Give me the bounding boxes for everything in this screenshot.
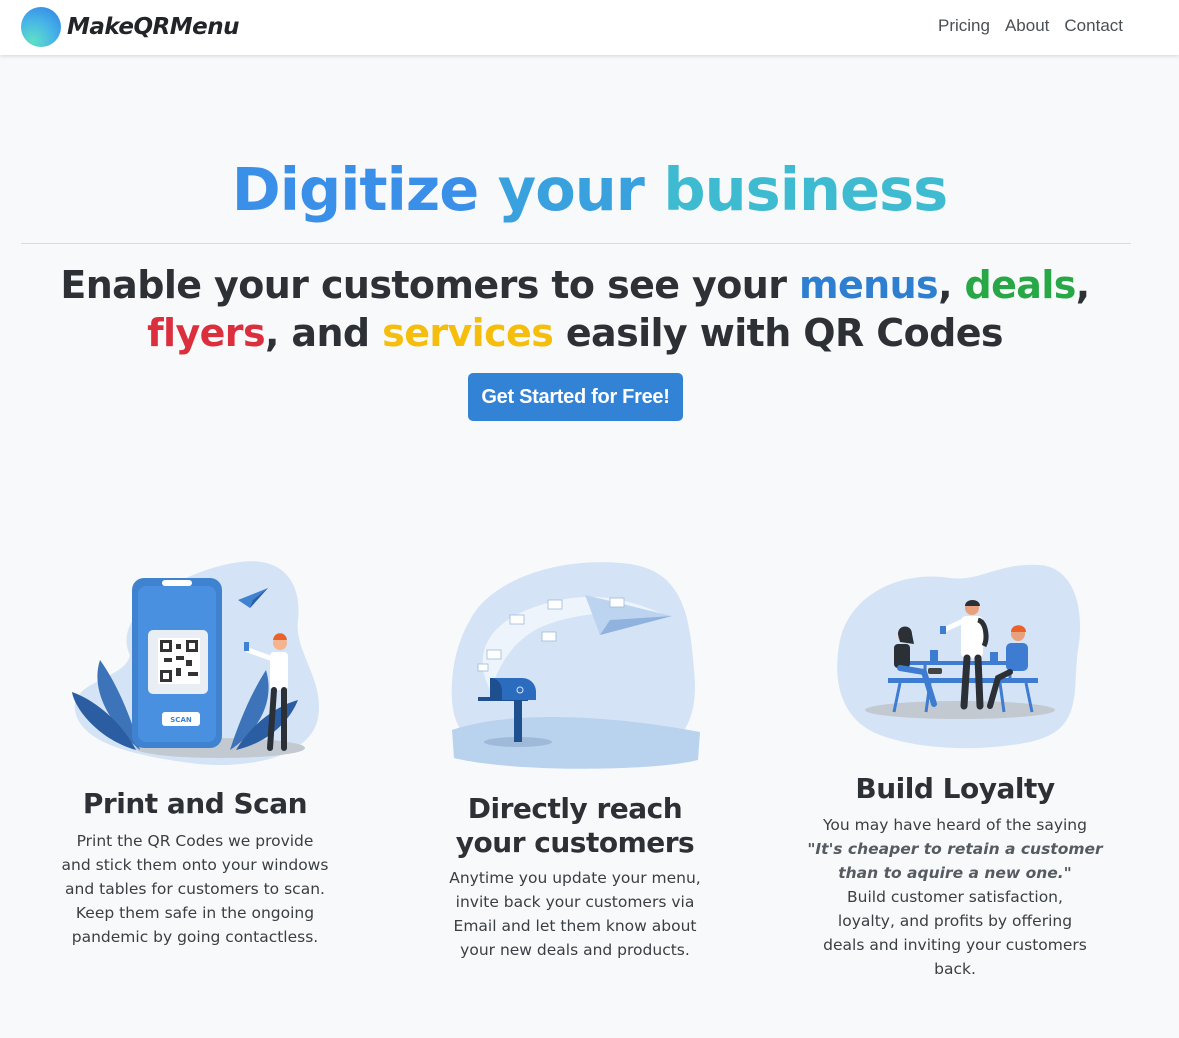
title-line: your customers [455, 826, 695, 859]
email-mailbox-illustration [451, 562, 700, 769]
text-line: Keep them safe in the ongoing [75, 904, 315, 922]
feature-text-print-scan: Print the QR Codes we provide and stick … [40, 829, 350, 949]
text-line: Email and let them know about [453, 917, 697, 935]
subtitle-text: , [1075, 263, 1090, 307]
subtitle-flyers: flyers [147, 311, 265, 355]
text-line: loyalty, and profits by offering [837, 912, 1073, 930]
feature-title-print-scan: Print and Scan [82, 787, 308, 820]
nav-link-about[interactable]: About [1005, 16, 1049, 36]
hero-title-word: your [497, 155, 645, 224]
text-line: invite back your customers via [455, 893, 695, 911]
hero-title: Digitize your business [0, 152, 1179, 228]
hero-title-word: business [663, 155, 948, 224]
loyal-customers-illustration [837, 564, 1081, 749]
text-line: Build customer satisfaction, [847, 888, 1063, 906]
loyalty-quote: "It's cheaper to retain a customer than … [800, 837, 1110, 885]
navbar: MakeQRMenu Pricing About Contact [0, 0, 1179, 55]
feature-text-build-loyalty: You may have heard of the saying "It's c… [800, 813, 1110, 981]
quote-line: than to aquire a new one." [838, 864, 1072, 882]
title-line: Directly reach [467, 792, 683, 825]
hero-title-word: Digitize [231, 155, 479, 224]
text-line: back. [934, 960, 976, 978]
subtitle-deals: deals [964, 263, 1077, 307]
get-started-button[interactable]: Get Started for Free! [468, 373, 683, 421]
subtitle-text: , and [264, 311, 383, 355]
subtitle-services: services [382, 311, 554, 355]
brand-link[interactable]: MakeQRMenu [21, 7, 239, 47]
nav-links: Pricing About Contact [938, 16, 1123, 36]
scan-label: SCAN [170, 716, 192, 724]
subtitle-text: , [938, 263, 965, 307]
feature-text-reach-customers: Anytime you update your menu, invite bac… [420, 866, 730, 962]
brand-name: MakeQRMenu [67, 14, 239, 40]
text-line: deals and inviting your customers [823, 936, 1087, 954]
scan-qr-illustration: SCAN [72, 561, 320, 766]
feature-title-build-loyalty: Build Loyalty [855, 772, 1055, 805]
brand-logo-icon [21, 7, 61, 47]
nav-link-contact[interactable]: Contact [1064, 16, 1123, 36]
subtitle-text: easily with QR Codes [553, 311, 1004, 355]
nav-link-pricing[interactable]: Pricing [938, 16, 990, 36]
text-line: and tables for customers to scan. [65, 880, 325, 898]
hero-subtitle: Enable your customers to see your menus,… [40, 261, 1110, 357]
subtitle-text: Enable your customers to see your [60, 263, 799, 307]
feature-title-reach-customers: Directly reach your customers [420, 792, 730, 860]
text-line: pandemic by going contactless. [71, 928, 319, 946]
text-line: You may have heard of the saying [823, 816, 1087, 834]
hero-divider [21, 243, 1131, 244]
subtitle-menus: menus [798, 263, 939, 307]
text-line: and stick them onto your windows [61, 856, 329, 874]
quote-line: "It's cheaper to retain a customer [807, 840, 1103, 858]
text-line: Anytime you update your menu, [449, 869, 701, 887]
text-line: your new deals and products. [460, 941, 690, 959]
text-line: Print the QR Codes we provide [76, 832, 314, 850]
